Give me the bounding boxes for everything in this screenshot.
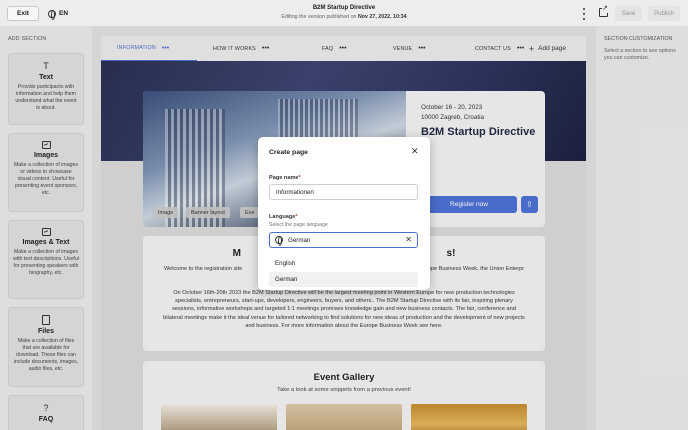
globe-icon bbox=[275, 236, 283, 246]
dialog-title: Create page bbox=[269, 149, 308, 156]
create-page-dialog: Create page ✕ Page name* Informationen L… bbox=[258, 137, 430, 290]
close-icon[interactable]: ✕ bbox=[411, 147, 419, 156]
clear-icon[interactable]: ✕ bbox=[405, 235, 412, 244]
page-name-label: Page name* bbox=[269, 175, 301, 181]
language-dropdown: English German bbox=[269, 251, 418, 289]
option-german[interactable]: German bbox=[269, 272, 418, 287]
language-hint: Select the page language bbox=[269, 222, 328, 228]
page-name-input[interactable]: Informationen bbox=[269, 184, 418, 200]
language-label: Language* bbox=[269, 214, 298, 220]
option-english[interactable]: English bbox=[269, 256, 418, 271]
language-select[interactable]: German ✕ bbox=[269, 232, 418, 248]
